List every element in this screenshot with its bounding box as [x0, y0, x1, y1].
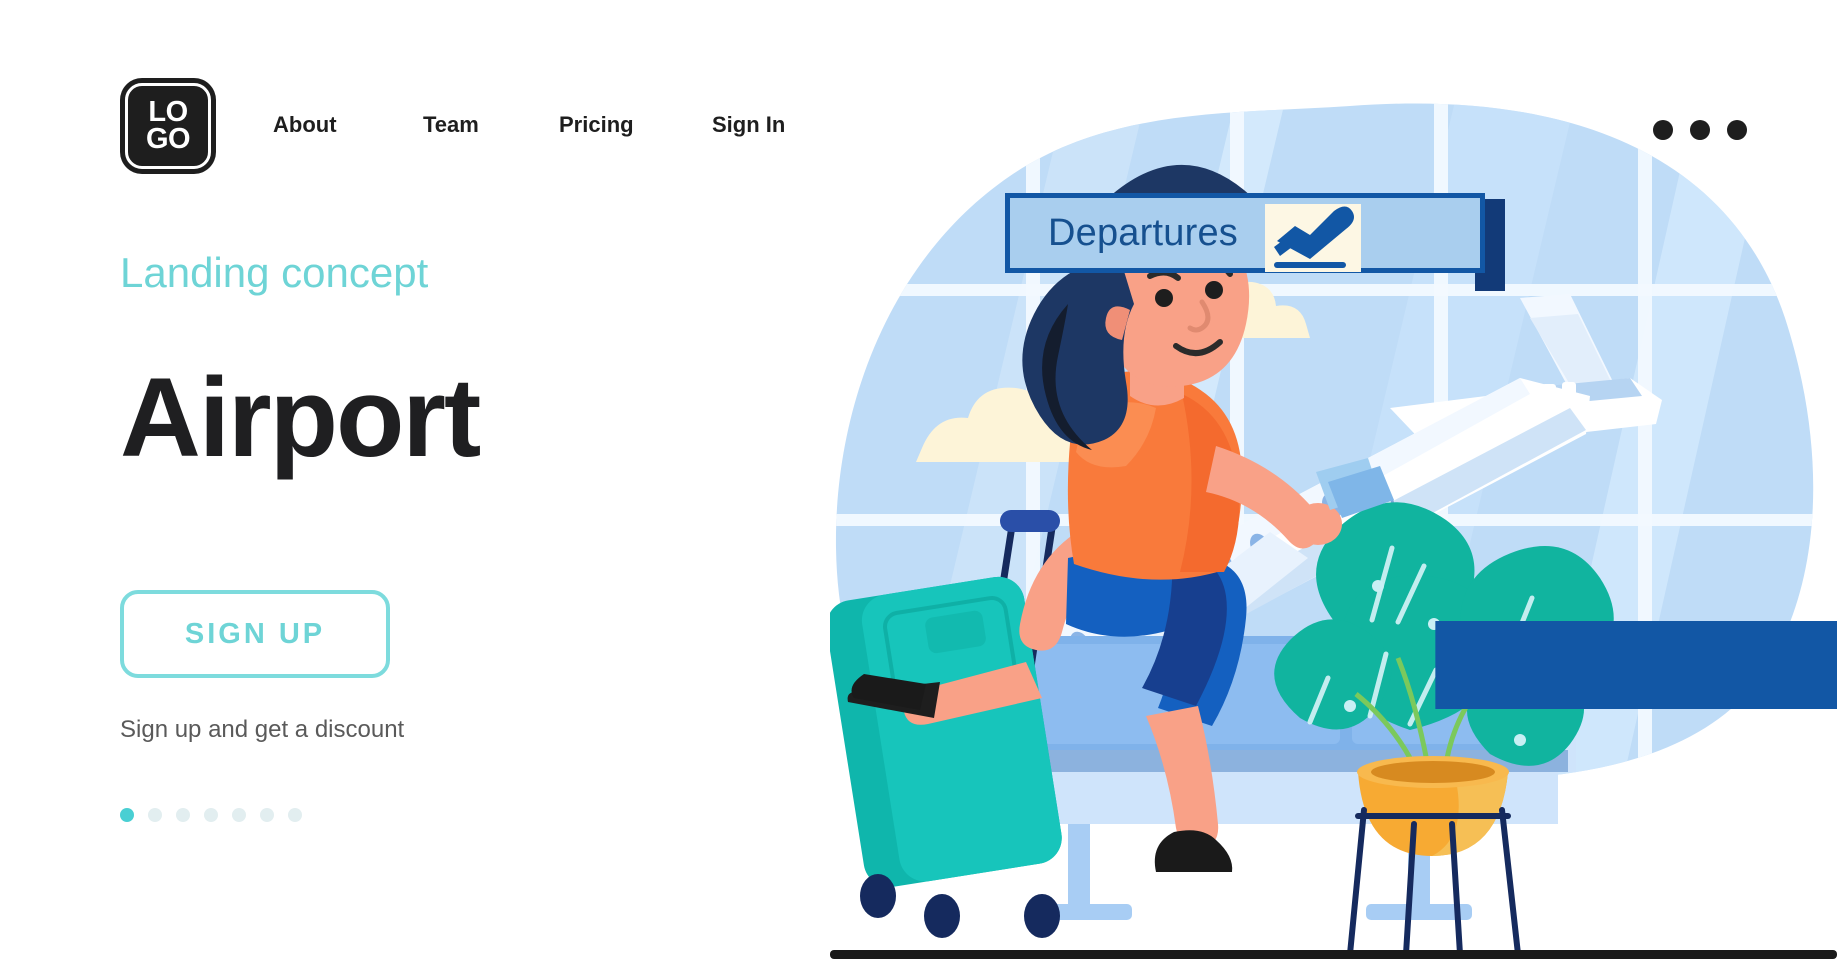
- departures-sign[interactable]: Departures: [1005, 193, 1837, 710]
- pager-dot[interactable]: [204, 808, 218, 823]
- pager-dot[interactable]: [232, 808, 246, 823]
- nav-item-sign-in[interactable]: Sign In: [712, 112, 832, 138]
- main-nav: About Team Pricing Sign In: [273, 112, 832, 138]
- logo-line-1: LO: [148, 96, 188, 129]
- sign-label: Departures: [1048, 211, 1238, 254]
- cta-subnote: Sign up and get a discount: [120, 716, 405, 744]
- arrow-right-icon: [1435, 620, 1837, 710]
- logo-line-2: GO: [145, 123, 191, 155]
- airplane-takeoff-icon: [1265, 204, 1361, 272]
- pager-dot[interactable]: [260, 808, 274, 823]
- hero-content: Landing concept Airport SIGN UP Sign up …: [120, 249, 760, 823]
- logo-text: LO GO: [145, 96, 191, 155]
- carousel-pager[interactable]: [120, 808, 760, 823]
- sign-up-button[interactable]: SIGN UP: [120, 590, 390, 679]
- page-title: Airport: [120, 355, 481, 481]
- sign-panel: Departures: [1005, 193, 1837, 710]
- hero-illustration: Departures: [830, 78, 1837, 980]
- pager-dot[interactable]: [176, 808, 190, 823]
- logo[interactable]: LO GO: [120, 78, 216, 174]
- nav-item-pricing[interactable]: Pricing: [559, 112, 712, 138]
- hero-eyebrow: Landing concept: [120, 249, 429, 296]
- landing-page: LO GO About Team Pricing Sign In Landing…: [0, 0, 1837, 980]
- nav-item-team[interactable]: Team: [423, 112, 559, 138]
- pager-dot-active[interactable]: [120, 808, 134, 823]
- pager-dot[interactable]: [288, 808, 302, 823]
- nav-item-about[interactable]: About: [273, 112, 423, 138]
- pager-dot[interactable]: [148, 808, 162, 823]
